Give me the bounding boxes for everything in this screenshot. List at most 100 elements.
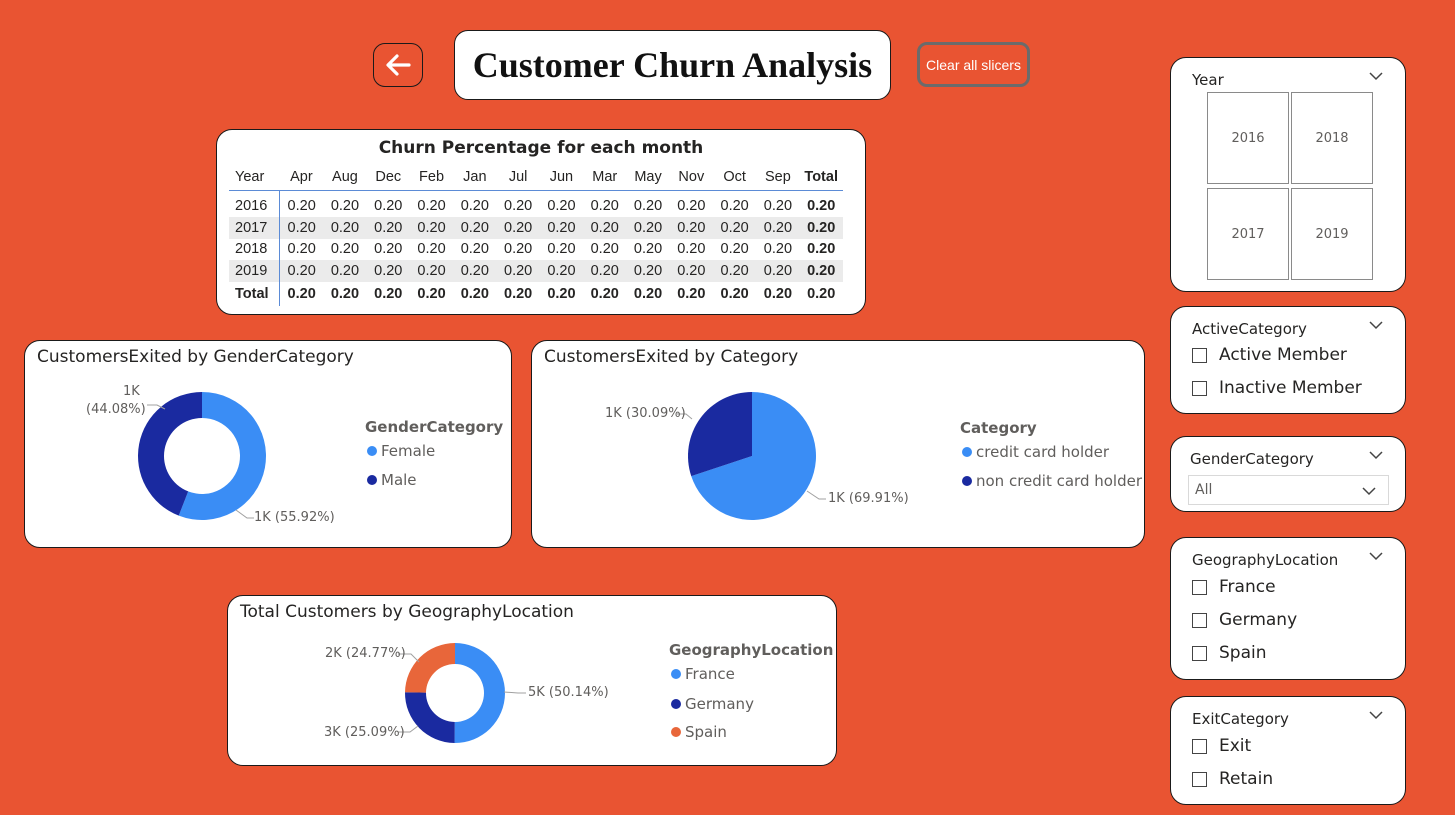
matrix-header-cell[interactable]: Jan: [453, 164, 497, 191]
chevron-down-icon[interactable]: [1369, 72, 1383, 81]
table-cell: 0.20: [417, 285, 446, 302]
checkbox[interactable]: [1192, 347, 1207, 363]
legend-dot: [367, 446, 377, 456]
table-row[interactable]: 2017 0.20 0.20 0.20 0.20 0.20 0.20 0.20 0.20 0.20…: [229, 217, 843, 239]
total-row: Total 0.20 0.20 0.20 0.20 0.20 0.20 0.20 0.20 0.2…: [229, 281, 843, 306]
matrix-header-cell[interactable]: Dec: [366, 164, 410, 191]
table-row[interactable]: 2016 0.20 0.20 0.20 0.20 0.20 0.20 0.20 0.20 0.20…: [229, 190, 843, 217]
checkbox-france[interactable]: France: [1192, 577, 1276, 597]
table-cell: 0.20: [374, 241, 403, 258]
table-cell: 0.20: [720, 198, 749, 214]
checkbox-label: Retain: [1219, 769, 1274, 789]
table-cell: 0.20: [720, 241, 749, 258]
checkbox-spain[interactable]: Spain: [1192, 643, 1267, 663]
slice-spain[interactable]: [405, 643, 455, 693]
legend-item-non-credit-card-holder[interactable]: non credit card holder: [962, 472, 1142, 490]
chevron-down-icon[interactable]: [1369, 321, 1383, 330]
matrix-header-cell[interactable]: Total: [799, 164, 843, 191]
legend-item-france[interactable]: France: [671, 665, 735, 683]
checkbox[interactable]: [1192, 380, 1207, 396]
legend-item-female[interactable]: Female: [367, 442, 435, 460]
chevron-down-icon[interactable]: [1369, 451, 1383, 460]
chevron-down-icon[interactable]: [1369, 552, 1383, 561]
churn-matrix-card: Churn Percentage for each month Year Apr…: [216, 129, 866, 315]
checkbox[interactable]: [1192, 645, 1207, 661]
matrix-header-cell[interactable]: Apr: [279, 164, 324, 191]
checkbox-retain[interactable]: Retain: [1192, 769, 1273, 789]
legend-dot: [671, 669, 681, 679]
checkbox-germany[interactable]: Germany: [1192, 610, 1297, 630]
chevron-down-icon: [1362, 487, 1376, 496]
exit-category-slicer: ExitCategory Exit Retain: [1170, 696, 1406, 805]
arrow-left-icon: [386, 54, 411, 76]
table-row[interactable]: 2018 0.20 0.20 0.20 0.20 0.20 0.20 0.20 0.20 0.20…: [229, 238, 843, 260]
checkbox[interactable]: [1192, 738, 1207, 754]
row-header[interactable]: 2017: [229, 217, 280, 239]
gender-category-dropdown[interactable]: All: [1188, 475, 1389, 505]
legend-dot: [367, 475, 377, 485]
checkbox-label: France: [1219, 577, 1276, 597]
leader-line: [806, 490, 826, 500]
table-cell: 0.20: [539, 217, 584, 239]
checkbox-exit[interactable]: Exit: [1192, 736, 1251, 756]
matrix-header-cell[interactable]: Sep: [756, 164, 800, 191]
active-category-slicer: ActiveCategory Active Member Inactive Me…: [1170, 306, 1406, 414]
checkbox[interactable]: [1192, 579, 1207, 595]
matrix-header-cell[interactable]: May: [626, 164, 670, 191]
legend-label: France: [685, 665, 735, 683]
table-cell: 0.20: [677, 198, 706, 214]
table-cell: 0.20: [763, 241, 793, 258]
data-label-non-credit: 1K (30.09%): [605, 406, 686, 421]
legend-item-credit-card-holder[interactable]: credit card holder: [962, 443, 1109, 461]
table-cell: 0.20: [756, 260, 800, 282]
slice-france[interactable]: [454, 643, 506, 743]
table-cell: 0.20: [496, 260, 540, 282]
row-header[interactable]: 2018: [229, 238, 280, 260]
matrix-header-cell[interactable]: Jun: [539, 164, 584, 191]
gender-category-slicer: GenderCategory All: [1170, 436, 1406, 512]
table-row[interactable]: 2019 0.20 0.20 0.20 0.20 0.20 0.20 0.20 0.20 0.20…: [229, 260, 843, 282]
table-cell: 0.20: [712, 217, 757, 239]
checkbox[interactable]: [1192, 612, 1207, 628]
legend-item-spain[interactable]: Spain: [671, 723, 727, 741]
matrix-header-cell[interactable]: Jul: [496, 164, 540, 191]
gender-donut-chart: CustomersExited by GenderCategory 1K (44…: [24, 340, 512, 548]
slicer-title: Year: [1192, 71, 1224, 89]
year-tile-2017[interactable]: 2017: [1207, 188, 1289, 280]
matrix-header-cell[interactable]: Nov: [669, 164, 713, 191]
table-cell: 0.20: [626, 260, 670, 282]
legend-dot: [962, 476, 972, 486]
matrix-header-cell[interactable]: Year: [229, 164, 280, 191]
row-header[interactable]: 2019: [229, 260, 280, 282]
row-header: Total: [229, 281, 280, 306]
checkbox[interactable]: [1192, 771, 1207, 787]
checkbox-active-member[interactable]: Active Member: [1192, 345, 1347, 365]
table-cell: 0.20: [756, 217, 800, 239]
table-cell: 0.20: [460, 198, 489, 214]
matrix-header-cell[interactable]: Feb: [409, 164, 454, 191]
table-cell: 0.20: [366, 217, 410, 239]
matrix-header-cell[interactable]: Oct: [712, 164, 757, 191]
legend-dot: [671, 699, 681, 709]
year-tile-2019[interactable]: 2019: [1291, 188, 1373, 280]
matrix-header-cell[interactable]: Mar: [583, 164, 627, 191]
table-cell: 0.20: [453, 217, 497, 239]
checkbox-label: Spain: [1219, 643, 1267, 663]
row-header[interactable]: 2016: [229, 190, 280, 217]
slice-germany[interactable]: [405, 692, 455, 743]
year-tile-2018[interactable]: 2018: [1291, 92, 1373, 184]
legend-title: GeographyLocation: [669, 641, 834, 659]
table-cell: 0.20: [799, 217, 843, 239]
legend-title: GenderCategory: [365, 418, 504, 436]
table-cell: 0.20: [330, 285, 360, 302]
year-tile-2016[interactable]: 2016: [1207, 92, 1289, 184]
clear-all-slicers-button[interactable]: Clear all slicers: [917, 42, 1030, 87]
legend-item-germany[interactable]: Germany: [671, 695, 754, 713]
legend-item-male[interactable]: Male: [367, 471, 417, 489]
chevron-down-icon[interactable]: [1369, 711, 1383, 720]
checkbox-label: Exit: [1219, 736, 1252, 756]
checkbox-inactive-member[interactable]: Inactive Member: [1192, 378, 1362, 398]
back-button[interactable]: [373, 43, 423, 87]
matrix-header-cell[interactable]: Aug: [323, 164, 367, 191]
table-cell: 0.20: [547, 241, 576, 258]
